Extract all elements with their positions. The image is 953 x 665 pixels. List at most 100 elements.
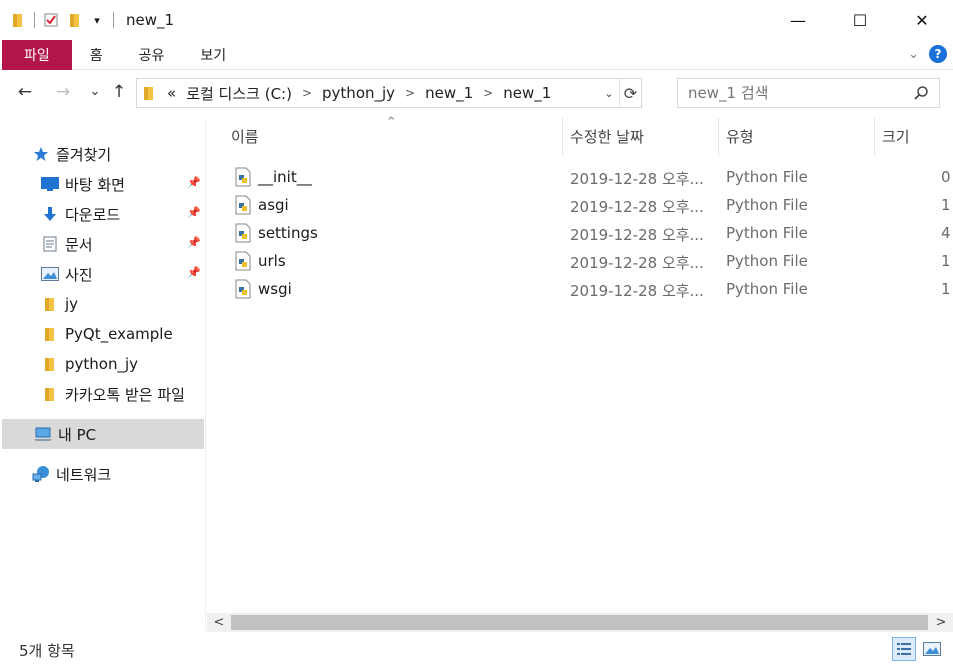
file-name: __init__ — [258, 168, 312, 186]
sidebar-item-kakaotalk[interactable]: 카카오톡 받은 파일 — [41, 379, 185, 409]
sidebar-network[interactable]: 네트워크 — [32, 459, 111, 489]
column-divider[interactable] — [562, 118, 563, 155]
navigation-pane: 즐겨찾기 바탕 화면 📌 다운로드 📌 문서 📌 사진 📌 jy PyQt_ex… — [0, 118, 206, 630]
address-dropdown-icon[interactable]: ⌄ — [601, 79, 617, 107]
details-view-icon — [897, 643, 911, 655]
column-divider[interactable] — [874, 118, 875, 155]
file-type: Python File — [726, 224, 808, 242]
new-folder-icon[interactable] — [67, 12, 83, 28]
chevron-right-icon[interactable]: > — [405, 86, 415, 100]
folder-icon — [10, 12, 26, 28]
computer-icon — [34, 425, 52, 443]
ribbon-tabs: 파일 홈 공유 보기 ⌄ ? — [0, 39, 953, 70]
download-icon — [41, 205, 59, 223]
refresh-icon[interactable]: ⟳ — [619, 79, 641, 107]
file-date: 2019-12-28 오후... — [570, 282, 704, 300]
scroll-right-icon[interactable]: > — [932, 614, 950, 631]
file-date: 2019-12-28 오후... — [570, 198, 704, 216]
sidebar-item-label: 네트워크 — [56, 465, 112, 484]
search-input[interactable] — [688, 84, 908, 102]
file-row[interactable]: urls 2019-12-28 오후... Python File 1 — [207, 247, 953, 275]
up-button[interactable]: ↑ — [108, 82, 130, 102]
recent-locations-button[interactable]: ⌄ — [84, 84, 106, 99]
sidebar-this-pc[interactable]: 내 PC — [2, 419, 204, 449]
scrollbar-thumb[interactable] — [231, 615, 928, 630]
toolbar-divider — [113, 12, 114, 28]
breadcrumb-python-jy[interactable]: python_jy — [322, 84, 395, 102]
column-header-size[interactable]: 크기 — [882, 118, 910, 155]
tab-file[interactable]: 파일 — [2, 39, 72, 70]
column-header-name[interactable]: 이름 — [231, 118, 259, 155]
large-icons-view-icon — [923, 642, 941, 656]
sidebar-item-documents[interactable]: 문서 — [41, 229, 93, 259]
tab-home[interactable]: 홈 — [72, 40, 121, 70]
python-file-icon — [235, 167, 251, 191]
tab-view[interactable]: 보기 — [182, 40, 244, 70]
status-bar: 5개 항목 — [0, 633, 953, 665]
file-type: Python File — [726, 196, 808, 214]
toolbar-divider — [34, 12, 35, 28]
file-type: Python File — [726, 252, 808, 270]
pin-icon[interactable]: 📌 — [187, 176, 201, 189]
folder-icon — [41, 295, 59, 313]
chevron-right-icon[interactable]: > — [483, 86, 493, 100]
file-row[interactable]: wsgi 2019-12-28 오후... Python File 1 — [207, 275, 953, 303]
breadcrumb-local-disk[interactable]: 로컬 디스크 (C:) — [186, 83, 292, 104]
pin-icon[interactable]: 📌 — [187, 206, 201, 219]
network-icon — [32, 465, 50, 483]
expand-ribbon-icon[interactable]: ⌄ — [908, 47, 919, 62]
pin-icon[interactable]: 📌 — [187, 236, 201, 249]
sidebar-item-downloads[interactable]: 다운로드 — [41, 199, 120, 229]
ribbon-controls: ⌄ ? — [908, 45, 947, 63]
chevron-right-icon[interactable]: > — [302, 86, 312, 100]
file-row[interactable]: settings 2019-12-28 오후... Python File 4 — [207, 219, 953, 247]
file-row[interactable]: asgi 2019-12-28 오후... Python File 1 — [207, 191, 953, 219]
horizontal-scrollbar[interactable]: < > — [207, 613, 953, 632]
item-count: 5개 항목 — [19, 642, 75, 660]
column-divider[interactable] — [718, 118, 719, 155]
pin-icon[interactable]: 📌 — [187, 266, 201, 279]
file-date: 2019-12-28 오후... — [570, 170, 704, 188]
breadcrumb-overflow[interactable]: « — [167, 84, 176, 102]
customize-toolbar-icon[interactable]: ▾ — [89, 12, 105, 28]
file-date: 2019-12-28 오후... — [570, 226, 704, 244]
back-button[interactable]: ← — [14, 82, 36, 102]
details-view-button[interactable] — [892, 637, 916, 661]
sidebar-item-python-jy[interactable]: python_jy — [41, 349, 138, 379]
sidebar-item-jy[interactable]: jy — [41, 289, 78, 319]
tab-share[interactable]: 공유 — [121, 40, 183, 70]
address-bar[interactable]: « 로컬 디스크 (C:) > python_jy > new_1 > new_… — [136, 78, 642, 108]
breadcrumb-new-1-current[interactable]: new_1 — [503, 84, 551, 102]
file-name: urls — [258, 252, 286, 270]
window-title: new_1 — [126, 11, 175, 29]
help-icon[interactable]: ? — [929, 45, 947, 63]
title-bar: ▾ new_1 — ☐ ✕ — [0, 0, 953, 40]
search-icon[interactable] — [913, 85, 929, 105]
file-size: 1 — [941, 196, 951, 214]
breadcrumb-new-1[interactable]: new_1 — [425, 84, 473, 102]
sidebar-item-label: 즐겨찾기 — [56, 145, 112, 164]
sidebar-item-pyqt-example[interactable]: PyQt_example — [41, 319, 173, 349]
sidebar-quick-access[interactable]: 즐겨찾기 — [32, 139, 111, 169]
sidebar-item-desktop[interactable]: 바탕 화면 — [41, 169, 125, 199]
file-date: 2019-12-28 오후... — [570, 254, 704, 272]
close-button[interactable]: ✕ — [891, 0, 953, 40]
search-box[interactable] — [677, 78, 940, 108]
forward-button[interactable]: → — [52, 82, 74, 102]
column-header-type[interactable]: 유형 — [726, 118, 754, 155]
file-row[interactable]: __init__ 2019-12-28 오후... Python File 0 — [207, 163, 953, 191]
star-icon — [32, 145, 50, 163]
scroll-left-icon[interactable]: < — [210, 614, 228, 631]
properties-icon[interactable] — [43, 12, 59, 28]
file-name: settings — [258, 224, 318, 242]
sidebar-item-label: 내 PC — [58, 425, 97, 444]
minimize-button[interactable]: — — [767, 0, 829, 40]
large-icons-view-button[interactable] — [920, 637, 944, 661]
maximize-button[interactable]: ☐ — [829, 0, 891, 40]
picture-icon — [41, 265, 59, 283]
sidebar-item-pictures[interactable]: 사진 — [41, 259, 93, 289]
file-size: 0 — [941, 168, 951, 186]
column-header-date[interactable]: 수정한 날짜 — [570, 118, 644, 155]
quick-access-toolbar: ▾ — [10, 12, 122, 28]
sidebar-item-label: 문서 — [65, 235, 93, 254]
